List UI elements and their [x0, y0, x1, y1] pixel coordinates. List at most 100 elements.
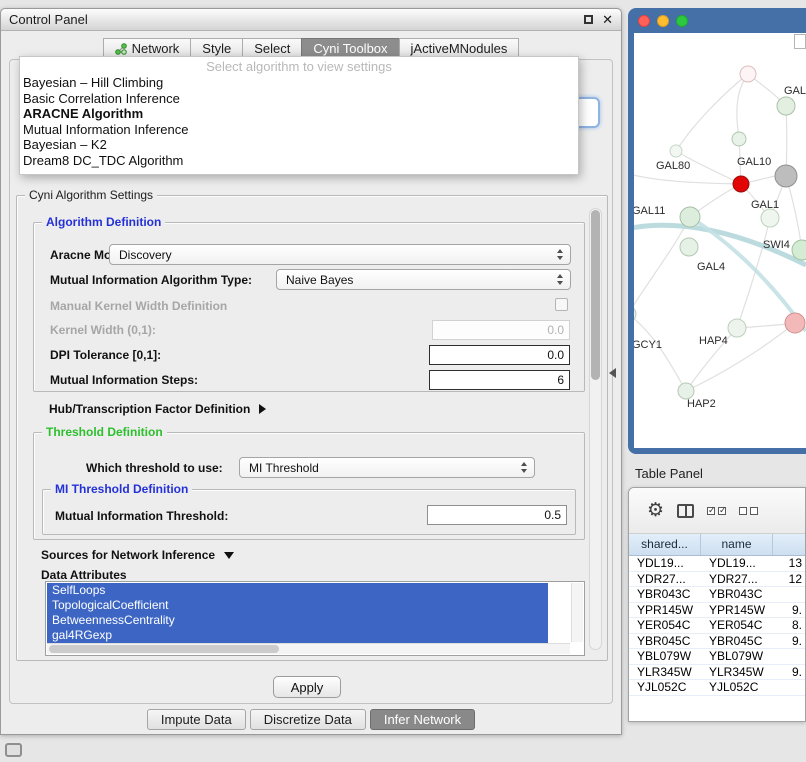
dropdown-item[interactable]: Mutual Information Inference	[20, 122, 578, 138]
select-all-icon[interactable]	[707, 507, 726, 515]
combo-up-arrow-icon	[557, 274, 563, 278]
selected-value: Naive Bayes	[286, 273, 353, 287]
dropdown-item[interactable]: Bayesian – Hill Climbing	[20, 75, 578, 91]
table-toolbar: ⚙	[629, 488, 805, 534]
gear-icon[interactable]: ⚙	[647, 501, 664, 520]
columns-icon[interactable]	[677, 504, 694, 518]
aracne-mode-select[interactable]: Discovery	[109, 244, 571, 265]
list-item[interactable]: TopologicalCoefficient	[47, 598, 548, 613]
node-label: GAL10	[737, 156, 771, 168]
algorithm-definition-group: Algorithm Definition Aracne Mode: Discov…	[33, 222, 585, 392]
control-panel-titlebar[interactable]: Control Panel ✕	[1, 9, 621, 31]
close-icon[interactable]: ✕	[602, 13, 613, 26]
node-gal[interactable]	[777, 97, 795, 115]
tab-impute-data[interactable]: Impute Data	[147, 709, 246, 730]
tab-label: Select	[254, 41, 290, 56]
mi-algorithm-type-select[interactable]: Naive Bayes	[276, 269, 571, 290]
mi-threshold-field[interactable]: 0.5	[427, 505, 567, 525]
node-hap2[interactable]	[678, 383, 694, 399]
node[interactable]	[732, 132, 746, 146]
node[interactable]	[740, 66, 756, 82]
sources-toggle[interactable]: Sources for Network Inference	[41, 548, 234, 562]
list-item[interactable]: SelfLoops	[47, 583, 548, 598]
manual-kernel-width-checkbox[interactable]	[555, 298, 568, 311]
scrollbar-thumb[interactable]	[591, 210, 600, 380]
dropdown-item[interactable]: Basic Correlation Inference	[20, 91, 578, 107]
table-row[interactable]: YPR145WYPR145W9.	[629, 603, 805, 619]
list-vertical-scrollbar[interactable]	[571, 583, 583, 642]
table-cell: 12	[773, 572, 805, 587]
minimize-traffic-light-icon[interactable]	[657, 15, 669, 27]
table-header: shared... name	[629, 534, 805, 556]
canvas-scrollbar-button[interactable]	[794, 34, 806, 49]
settings-scrollbar[interactable]	[589, 208, 602, 650]
kernel-width-label: Kernel Width (0,1):	[50, 323, 156, 337]
tab-discretize-data[interactable]: Discretize Data	[250, 709, 366, 730]
apply-button[interactable]: Apply	[273, 676, 341, 698]
node-pink[interactable]	[785, 313, 805, 333]
dropdown-item[interactable]: Dream8 DC_TDC Algorithm	[20, 153, 578, 169]
node-hap4[interactable]	[728, 319, 746, 337]
data-attributes-list[interactable]: SelfLoops TopologicalCoefficient Between…	[45, 581, 585, 656]
mi-algorithm-type-label: Mutual Information Algorithm Type:	[50, 273, 252, 287]
network-thick-edges[interactable]	[634, 217, 806, 331]
list-item[interactable]: BetweennessCentrality	[47, 613, 548, 628]
mi-steps-field[interactable]: 6	[429, 370, 570, 390]
dropdown-placeholder[interactable]: Select algorithm to view settings	[20, 59, 578, 75]
zoom-traffic-light-icon[interactable]	[676, 15, 688, 27]
table-cell: YDR27...	[701, 572, 773, 587]
which-threshold-select[interactable]: MI Threshold	[239, 457, 535, 478]
scrollbar-thumb[interactable]	[49, 645, 279, 653]
network-canvas[interactable]: GAL80 GAL10 GAL11 GAL1 SWI4 GAL4 HAP4 GC…	[634, 33, 806, 448]
table-cell: YBL079W	[701, 649, 773, 664]
node-gal80[interactable]	[670, 145, 682, 157]
dpi-tolerance-label: DPI Tolerance [0,1]:	[50, 348, 161, 362]
table-cell	[773, 649, 805, 664]
node-label: HAP4	[699, 335, 728, 347]
table-row[interactable]: YJL052CYJL052C	[629, 680, 805, 696]
table-cell: YBR045C	[629, 634, 701, 649]
column-header-clipped[interactable]	[773, 534, 805, 555]
dropdown-item[interactable]: Bayesian – K2	[20, 137, 578, 153]
kernel-width-field[interactable]: 0.0	[432, 320, 570, 340]
table-row[interactable]: YBL079WYBL079W	[629, 649, 805, 665]
node-hub[interactable]	[775, 165, 797, 187]
column-header-shared-name[interactable]: shared...	[629, 534, 701, 555]
node-gal10-selected[interactable]	[733, 176, 749, 192]
deselect-all-icon[interactable]	[739, 507, 758, 515]
collapsed-panel-icon[interactable]	[5, 743, 22, 757]
list-horizontal-scrollbar[interactable]	[47, 643, 570, 654]
window-traffic-lights	[638, 15, 688, 27]
node-gal1[interactable]	[761, 209, 779, 227]
column-header-name[interactable]: name	[701, 534, 773, 555]
combo-up-arrow-icon	[521, 462, 527, 466]
close-traffic-light-icon[interactable]	[638, 15, 650, 27]
table-row[interactable]: YDL19...YDL19...13	[629, 556, 805, 572]
list-item[interactable]: gal4RGexp	[47, 628, 548, 643]
float-window-icon[interactable]	[584, 15, 593, 24]
table-cell: YDL19...	[701, 556, 773, 571]
node-label: GAL80	[656, 160, 690, 172]
desktop: Control Panel ✕ Network Style Select Cyn…	[0, 0, 806, 762]
expand-right-icon[interactable]	[259, 404, 266, 414]
manual-kernel-width-label: Manual Kernel Width Definition	[50, 299, 227, 313]
dropdown-item-selected[interactable]: ARACNE Algorithm	[20, 106, 578, 122]
hub-definition-toggle[interactable]: Hub/Transcription Factor Definition	[49, 402, 266, 416]
dpi-tolerance-field[interactable]: 0.0	[429, 345, 570, 365]
tab-infer-network[interactable]: Infer Network	[370, 709, 475, 730]
selected-value: Discovery	[119, 248, 172, 262]
node-gal11[interactable]	[680, 207, 700, 227]
table-row[interactable]: YDR27...YDR27...12	[629, 572, 805, 588]
table-row[interactable]: YLR345WYLR345W9.	[629, 665, 805, 681]
table-row[interactable]: YBR043CYBR043C	[629, 587, 805, 603]
table-body: YDL19...YDL19...13 YDR27...YDR27...12 YB…	[629, 556, 805, 721]
table-row[interactable]: YBR045CYBR045C9.	[629, 634, 805, 650]
node-label: GAL11	[634, 205, 665, 217]
panel-resize-handle[interactable]	[609, 368, 616, 378]
expand-down-icon[interactable]	[224, 552, 234, 559]
table-cell: YPR145W	[629, 603, 701, 618]
node-label: GAL4	[697, 261, 725, 273]
table-row[interactable]: YER054CYER054C8.	[629, 618, 805, 634]
network-icon	[115, 43, 127, 55]
node-gal4[interactable]	[680, 238, 698, 256]
